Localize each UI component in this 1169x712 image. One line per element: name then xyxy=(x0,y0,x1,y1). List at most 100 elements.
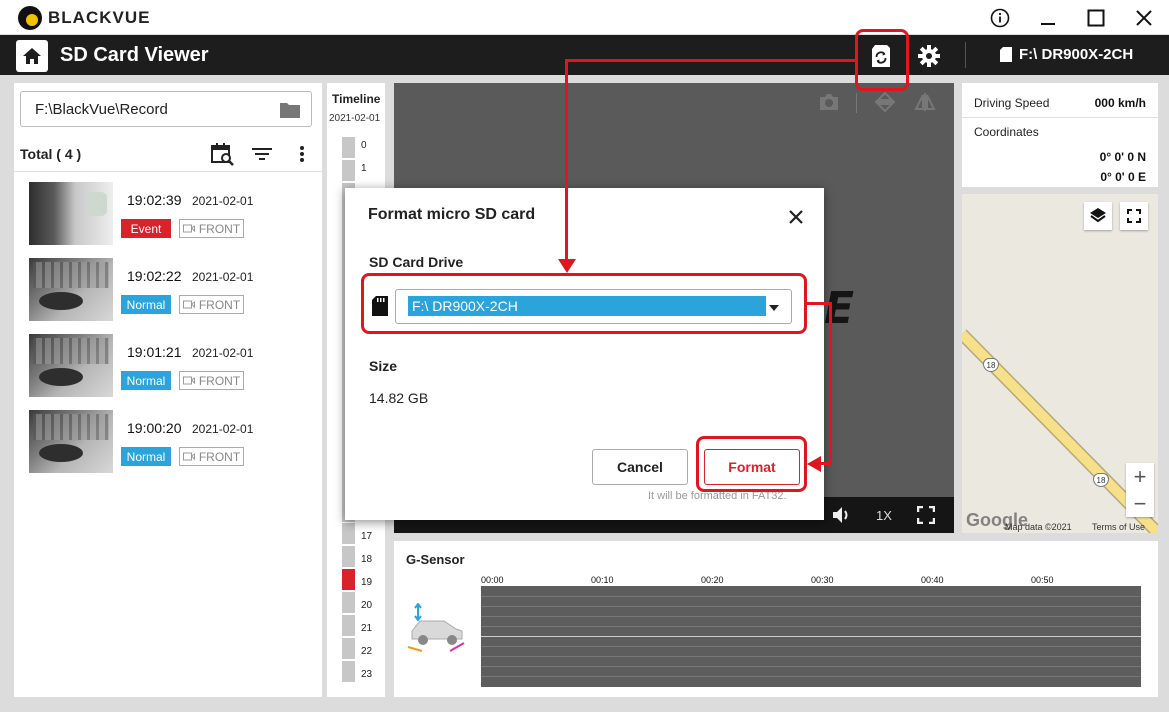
list-divider xyxy=(14,171,322,172)
folder-path-field[interactable]: F:\BlackVue\Record xyxy=(20,91,312,127)
timeline-hour-bar[interactable] xyxy=(342,546,355,568)
gsensor-title: G-Sensor xyxy=(406,552,465,567)
layers-icon xyxy=(1090,208,1106,223)
list-item[interactable]: 19:02:39 2021-02-01 Event FRONT xyxy=(28,182,318,248)
brand: BLACKVUE xyxy=(18,6,150,30)
recording-date: 2021-02-01 xyxy=(192,270,254,284)
format-note: It will be formatted in FAT32. xyxy=(648,490,787,502)
snapshot-icon[interactable] xyxy=(816,91,842,113)
recording-date: 2021-02-01 xyxy=(192,346,254,360)
zoom-out-button[interactable]: − xyxy=(1126,490,1154,517)
close-icon[interactable] xyxy=(1120,0,1168,35)
window-titlebar: BLACKVUE xyxy=(0,0,1169,35)
timeline-hour-label: 18 xyxy=(361,554,373,565)
timeline-hour-label: 1 xyxy=(361,163,367,174)
video-brand-watermark: E xyxy=(824,283,855,334)
recording-date: 2021-02-01 xyxy=(192,422,254,436)
folder-icon[interactable] xyxy=(279,101,301,119)
camera-label: FRONT xyxy=(198,221,241,236)
timeline-hour-bar[interactable] xyxy=(342,661,355,683)
arrow-head-icon xyxy=(558,259,576,273)
zoom-in-button[interactable]: + xyxy=(1126,463,1154,490)
arrow-head-icon xyxy=(807,456,821,472)
timeline-hour-bar[interactable] xyxy=(342,592,355,614)
close-icon[interactable] xyxy=(783,204,809,230)
drive-label: SD Card Drive xyxy=(369,254,464,270)
status-badge: Normal xyxy=(121,295,171,314)
app-header: SD Card Viewer F:\ DR900X-2CH xyxy=(0,35,1169,75)
chevron-down-icon xyxy=(769,305,779,311)
volume-icon[interactable] xyxy=(830,504,854,526)
camera-icon xyxy=(182,452,195,461)
timeline-hour-label: 22 xyxy=(361,646,373,657)
timeline-hour-label: 20 xyxy=(361,600,373,611)
camera-tag: FRONT xyxy=(179,371,244,390)
recording-time: 19:02:22 xyxy=(127,268,182,284)
driving-info-panel: Driving Speed 000 km/h Coordinates 0° 0'… xyxy=(962,83,1158,187)
timeline-hour-label: 19 xyxy=(361,577,373,588)
driving-speed-label: Driving Speed xyxy=(974,96,1050,110)
info-icon[interactable] xyxy=(976,0,1024,35)
home-icon xyxy=(23,48,41,64)
info-divider xyxy=(962,117,1158,118)
recording-count: Total ( 4 ) xyxy=(20,146,82,162)
playback-speed: 1X xyxy=(876,507,892,523)
timeline-hour-bar[interactable] xyxy=(342,137,355,159)
size-value: 14.82 GB xyxy=(369,390,429,406)
folder-path: F:\BlackVue\Record xyxy=(35,101,168,118)
timeline-hour-label: 21 xyxy=(361,623,373,634)
layers-button[interactable] xyxy=(1084,202,1112,230)
format-button[interactable]: Format xyxy=(704,449,800,485)
recording-time: 19:00:20 xyxy=(127,420,182,436)
gsensor-tick: 00:40 xyxy=(921,575,944,585)
driving-speed-value: 000 km/h xyxy=(1094,96,1146,110)
format-dialog: Format micro SD card SD Card Drive F:\ D… xyxy=(345,188,824,520)
timeline-hour-bar[interactable] xyxy=(342,523,355,545)
home-button[interactable] xyxy=(16,40,48,72)
dialog-title: Format micro SD card xyxy=(368,206,536,223)
video-thumbnail xyxy=(29,410,113,473)
brand-name: BLACKVUE xyxy=(48,8,151,27)
minimize-icon[interactable] xyxy=(1024,0,1072,35)
timeline-hour-bar[interactable] xyxy=(342,160,355,182)
sd-format-icon[interactable] xyxy=(866,41,896,71)
longitude-value: 0° 0' 0 E xyxy=(1100,170,1146,184)
flip-horizontal-icon[interactable] xyxy=(912,91,938,113)
toolbar-divider xyxy=(856,93,857,113)
drive-select[interactable]: F:\ DR900X-2CH xyxy=(395,289,792,324)
cancel-button[interactable]: Cancel xyxy=(592,449,688,485)
video-thumbnail xyxy=(29,182,113,245)
list-item[interactable]: 19:01:21 2021-02-01 Normal FRONT xyxy=(28,334,318,400)
map-view[interactable]: 18 18 + − Google Map data ©2021 Terms of… xyxy=(962,194,1158,533)
fullscreen-icon[interactable] xyxy=(914,504,938,526)
flip-vertical-icon[interactable] xyxy=(872,91,898,113)
list-item[interactable]: 19:02:22 2021-02-01 Normal FRONT xyxy=(28,258,318,324)
timeline-hour-bar[interactable] xyxy=(342,638,355,660)
recording-time: 19:02:39 xyxy=(127,192,182,208)
recording-list-panel: F:\BlackVue\Record Total ( 4 ) 19:02:39 … xyxy=(14,83,322,697)
maximize-icon[interactable] xyxy=(1072,0,1120,35)
playback-speed-button[interactable]: 1X xyxy=(872,504,896,526)
camera-icon xyxy=(182,376,195,385)
timeline-hour-bar[interactable] xyxy=(342,615,355,637)
timeline-hour-label: 0 xyxy=(361,140,367,151)
device-selector[interactable]: F:\ DR900X-2CH xyxy=(1000,46,1133,63)
size-label: Size xyxy=(369,358,398,374)
timeline-title: Timeline xyxy=(332,92,381,106)
video-thumbnail xyxy=(29,334,113,397)
calendar-search-icon[interactable] xyxy=(209,141,235,167)
timeline-hour-bar-active[interactable] xyxy=(342,569,355,591)
camera-label: FRONT xyxy=(198,373,241,388)
list-item[interactable]: 19:00:20 2021-02-01 Normal FRONT xyxy=(28,410,318,476)
more-options-icon[interactable] xyxy=(289,141,315,167)
gsensor-tick: 00:20 xyxy=(701,575,724,585)
map-fullscreen-button[interactable] xyxy=(1120,202,1148,230)
status-badge: Normal xyxy=(121,447,171,466)
filter-icon[interactable] xyxy=(249,141,275,167)
terms-link[interactable]: Terms of Use xyxy=(1092,522,1145,532)
camera-tag: FRONT xyxy=(179,447,244,466)
gear-icon[interactable] xyxy=(914,41,944,71)
gsensor-graph[interactable] xyxy=(481,586,1141,687)
page-title: SD Card Viewer xyxy=(60,44,209,66)
video-thumbnail xyxy=(29,258,113,321)
